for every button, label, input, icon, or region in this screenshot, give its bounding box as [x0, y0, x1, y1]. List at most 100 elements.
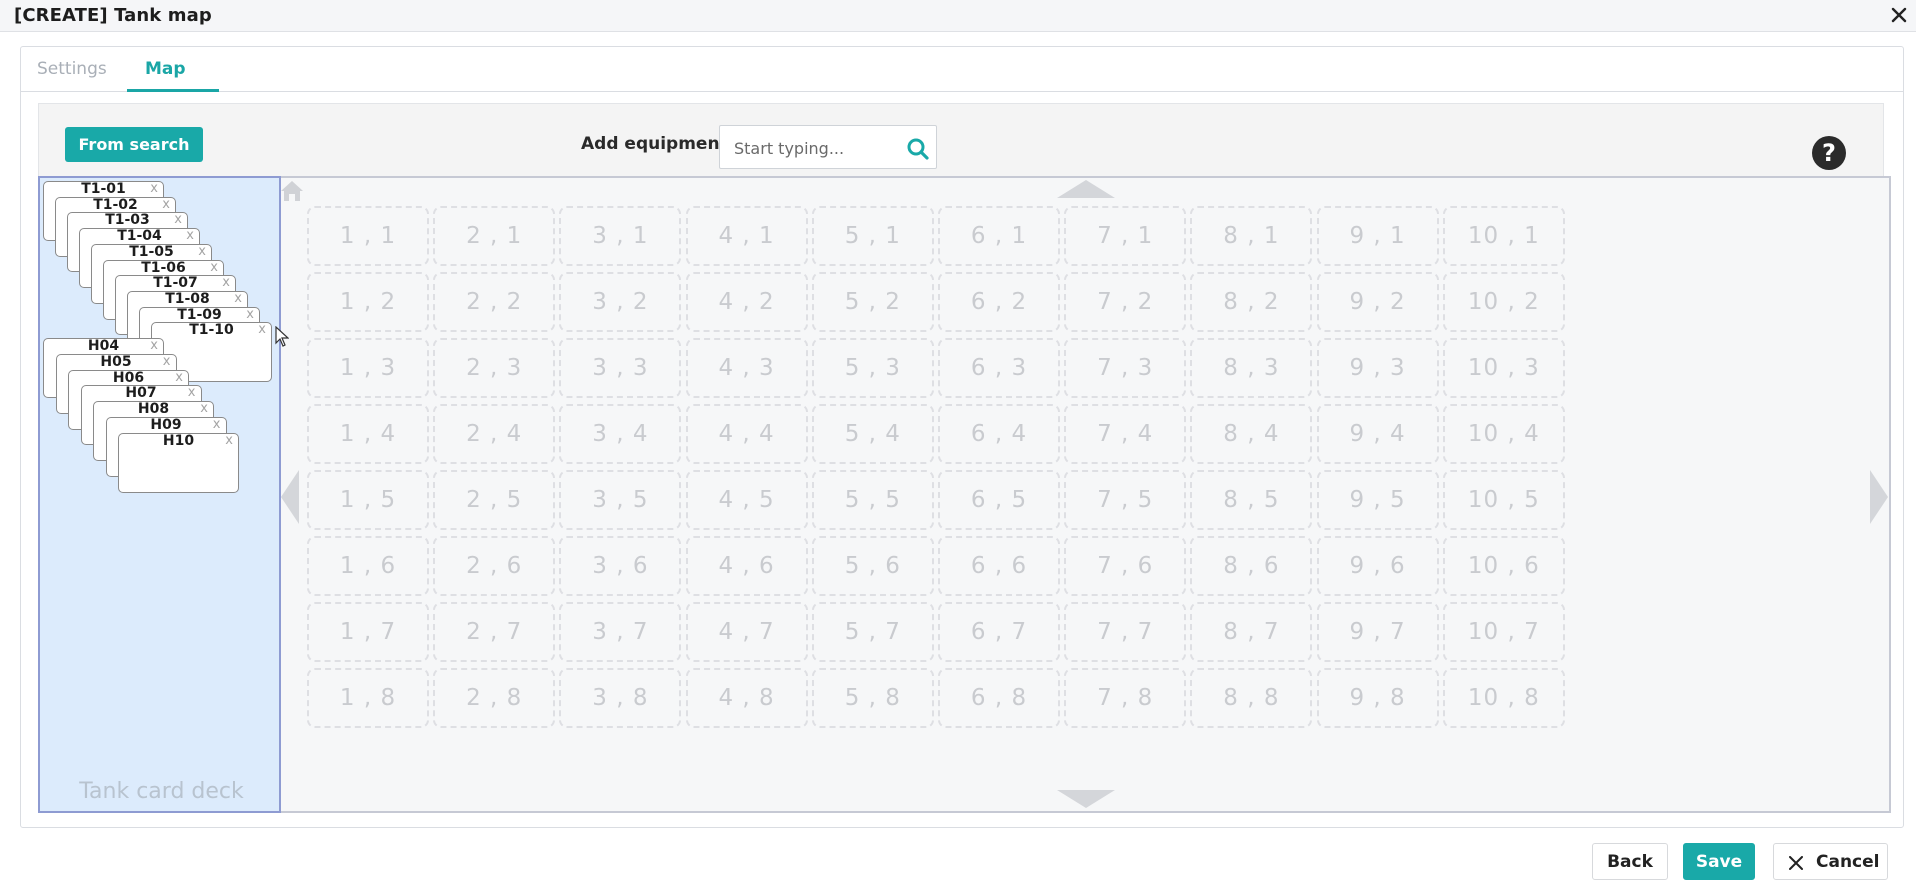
- grid-cell[interactable]: 6 , 2: [938, 272, 1060, 332]
- grid-cell[interactable]: 1 , 4: [307, 404, 429, 464]
- grid-cell[interactable]: 10 , 7: [1442, 602, 1565, 662]
- grid-cell[interactable]: 10 , 2: [1442, 272, 1565, 332]
- grid-cell[interactable]: 2 , 5: [433, 470, 556, 530]
- grid-cell[interactable]: 7 , 1: [1064, 206, 1187, 266]
- grid-cell[interactable]: 2 , 6: [433, 536, 556, 596]
- grid-cell[interactable]: 2 , 3: [433, 338, 556, 398]
- remove-card-icon[interactable]: x: [150, 181, 158, 196]
- remove-card-icon[interactable]: x: [210, 260, 218, 275]
- remove-card-icon[interactable]: x: [225, 433, 233, 448]
- grid-cell[interactable]: 8 , 4: [1190, 404, 1313, 464]
- grid-cell[interactable]: 2 , 4: [433, 404, 556, 464]
- grid-cell[interactable]: 7 , 5: [1064, 470, 1187, 530]
- back-button[interactable]: Back: [1592, 843, 1668, 880]
- grid-cell[interactable]: 3 , 8: [559, 668, 682, 728]
- remove-card-icon[interactable]: x: [222, 275, 230, 290]
- grid-cell[interactable]: 1 , 1: [307, 206, 429, 266]
- grid-cell[interactable]: 1 , 7: [307, 602, 429, 662]
- grid-cell[interactable]: 7 , 4: [1064, 404, 1187, 464]
- grid-cell[interactable]: 3 , 7: [559, 602, 682, 662]
- grid-cell[interactable]: 2 , 1: [433, 206, 556, 266]
- grid-cell[interactable]: 9 , 2: [1316, 272, 1439, 332]
- grid-cell[interactable]: 8 , 7: [1190, 602, 1313, 662]
- help-icon[interactable]: ?: [1812, 136, 1846, 170]
- grid-cell[interactable]: 9 , 4: [1316, 404, 1439, 464]
- remove-card-icon[interactable]: x: [213, 417, 221, 432]
- grid-cell[interactable]: 1 , 5: [307, 470, 429, 530]
- tank-card[interactable]: H10 x: [118, 432, 239, 493]
- grid-cell[interactable]: 10 , 3: [1442, 338, 1565, 398]
- save-button[interactable]: Save: [1683, 843, 1755, 880]
- grid-cell[interactable]: 7 , 7: [1064, 602, 1187, 662]
- grid-cell[interactable]: 10 , 4: [1442, 404, 1565, 464]
- remove-card-icon[interactable]: x: [258, 322, 266, 337]
- tab-settings[interactable]: Settings: [37, 59, 107, 79]
- grid-cell[interactable]: 6 , 3: [938, 338, 1060, 398]
- grid-cell[interactable]: 8 , 2: [1190, 272, 1313, 332]
- from-search-button[interactable]: From search: [65, 127, 203, 162]
- grid-cell[interactable]: 2 , 7: [433, 602, 556, 662]
- home-icon[interactable]: [279, 179, 305, 203]
- grid-cell[interactable]: 4 , 5: [685, 470, 808, 530]
- grid-cell[interactable]: 1 , 3: [307, 338, 429, 398]
- grid-cell[interactable]: 4 , 8: [685, 668, 808, 728]
- grid-cell[interactable]: 8 , 5: [1190, 470, 1313, 530]
- grid-cell[interactable]: 8 , 1: [1190, 206, 1313, 266]
- grid-cell[interactable]: 4 , 3: [685, 338, 808, 398]
- grid-cell[interactable]: 4 , 4: [685, 404, 808, 464]
- remove-card-icon[interactable]: x: [186, 228, 194, 243]
- grid-cell[interactable]: 5 , 4: [811, 404, 934, 464]
- remove-card-icon[interactable]: x: [175, 370, 183, 385]
- remove-card-icon[interactable]: x: [234, 291, 242, 306]
- grid-cell[interactable]: 2 , 8: [433, 668, 556, 728]
- remove-card-icon[interactable]: x: [174, 212, 182, 227]
- grid-cell[interactable]: 7 , 2: [1064, 272, 1187, 332]
- remove-card-icon[interactable]: x: [163, 354, 171, 369]
- close-icon[interactable]: [1890, 6, 1908, 24]
- grid-cell[interactable]: 6 , 6: [938, 536, 1060, 596]
- grid-cell[interactable]: 8 , 8: [1190, 668, 1313, 728]
- grid-cell[interactable]: 5 , 2: [811, 272, 934, 332]
- equipment-search-input[interactable]: [732, 136, 902, 160]
- grid-cell[interactable]: 8 , 3: [1190, 338, 1313, 398]
- grid-cell[interactable]: 7 , 6: [1064, 536, 1187, 596]
- grid-cell[interactable]: 10 , 1: [1442, 206, 1565, 266]
- grid-cell[interactable]: 4 , 7: [685, 602, 808, 662]
- grid-cell[interactable]: 9 , 1: [1316, 206, 1439, 266]
- grid-cell[interactable]: 3 , 1: [559, 206, 682, 266]
- grid-cell[interactable]: 8 , 6: [1190, 536, 1313, 596]
- scroll-left-arrow-icon[interactable]: [281, 470, 299, 524]
- grid-cell[interactable]: 5 , 8: [811, 668, 934, 728]
- grid-cell[interactable]: 5 , 1: [811, 206, 934, 266]
- grid-cell[interactable]: 4 , 6: [685, 536, 808, 596]
- tab-map[interactable]: Map: [145, 59, 186, 79]
- grid-cell[interactable]: 6 , 5: [938, 470, 1060, 530]
- scroll-down-arrow-icon[interactable]: [1057, 790, 1115, 808]
- remove-card-icon[interactable]: x: [162, 197, 170, 212]
- grid-cell[interactable]: 9 , 8: [1316, 668, 1439, 728]
- scroll-right-arrow-icon[interactable]: [1870, 470, 1888, 524]
- grid-cell[interactable]: 9 , 6: [1316, 536, 1439, 596]
- grid-cell[interactable]: 9 , 3: [1316, 338, 1439, 398]
- grid-cell[interactable]: 3 , 3: [559, 338, 682, 398]
- grid-cell[interactable]: 1 , 6: [307, 536, 429, 596]
- grid-cell[interactable]: 6 , 1: [938, 206, 1060, 266]
- search-icon[interactable]: [906, 137, 930, 161]
- grid-cell[interactable]: 4 , 2: [685, 272, 808, 332]
- grid-cell[interactable]: 2 , 2: [433, 272, 556, 332]
- grid-cell[interactable]: 9 , 7: [1316, 602, 1439, 662]
- grid-cell[interactable]: 6 , 4: [938, 404, 1060, 464]
- grid-cell[interactable]: 6 , 7: [938, 602, 1060, 662]
- grid-cell[interactable]: 1 , 2: [307, 272, 429, 332]
- grid-cell[interactable]: 10 , 8: [1442, 668, 1565, 728]
- grid-cell[interactable]: 9 , 5: [1316, 470, 1439, 530]
- remove-card-icon[interactable]: x: [246, 307, 254, 322]
- grid-cell[interactable]: 3 , 2: [559, 272, 682, 332]
- remove-card-icon[interactable]: x: [200, 401, 208, 416]
- grid-cell[interactable]: 4 , 1: [685, 206, 808, 266]
- cancel-button[interactable]: Cancel: [1773, 843, 1888, 880]
- grid-cell[interactable]: 5 , 7: [811, 602, 934, 662]
- grid-cell[interactable]: 10 , 5: [1442, 470, 1565, 530]
- grid-cell[interactable]: 7 , 3: [1064, 338, 1187, 398]
- grid-cell[interactable]: 5 , 5: [811, 470, 934, 530]
